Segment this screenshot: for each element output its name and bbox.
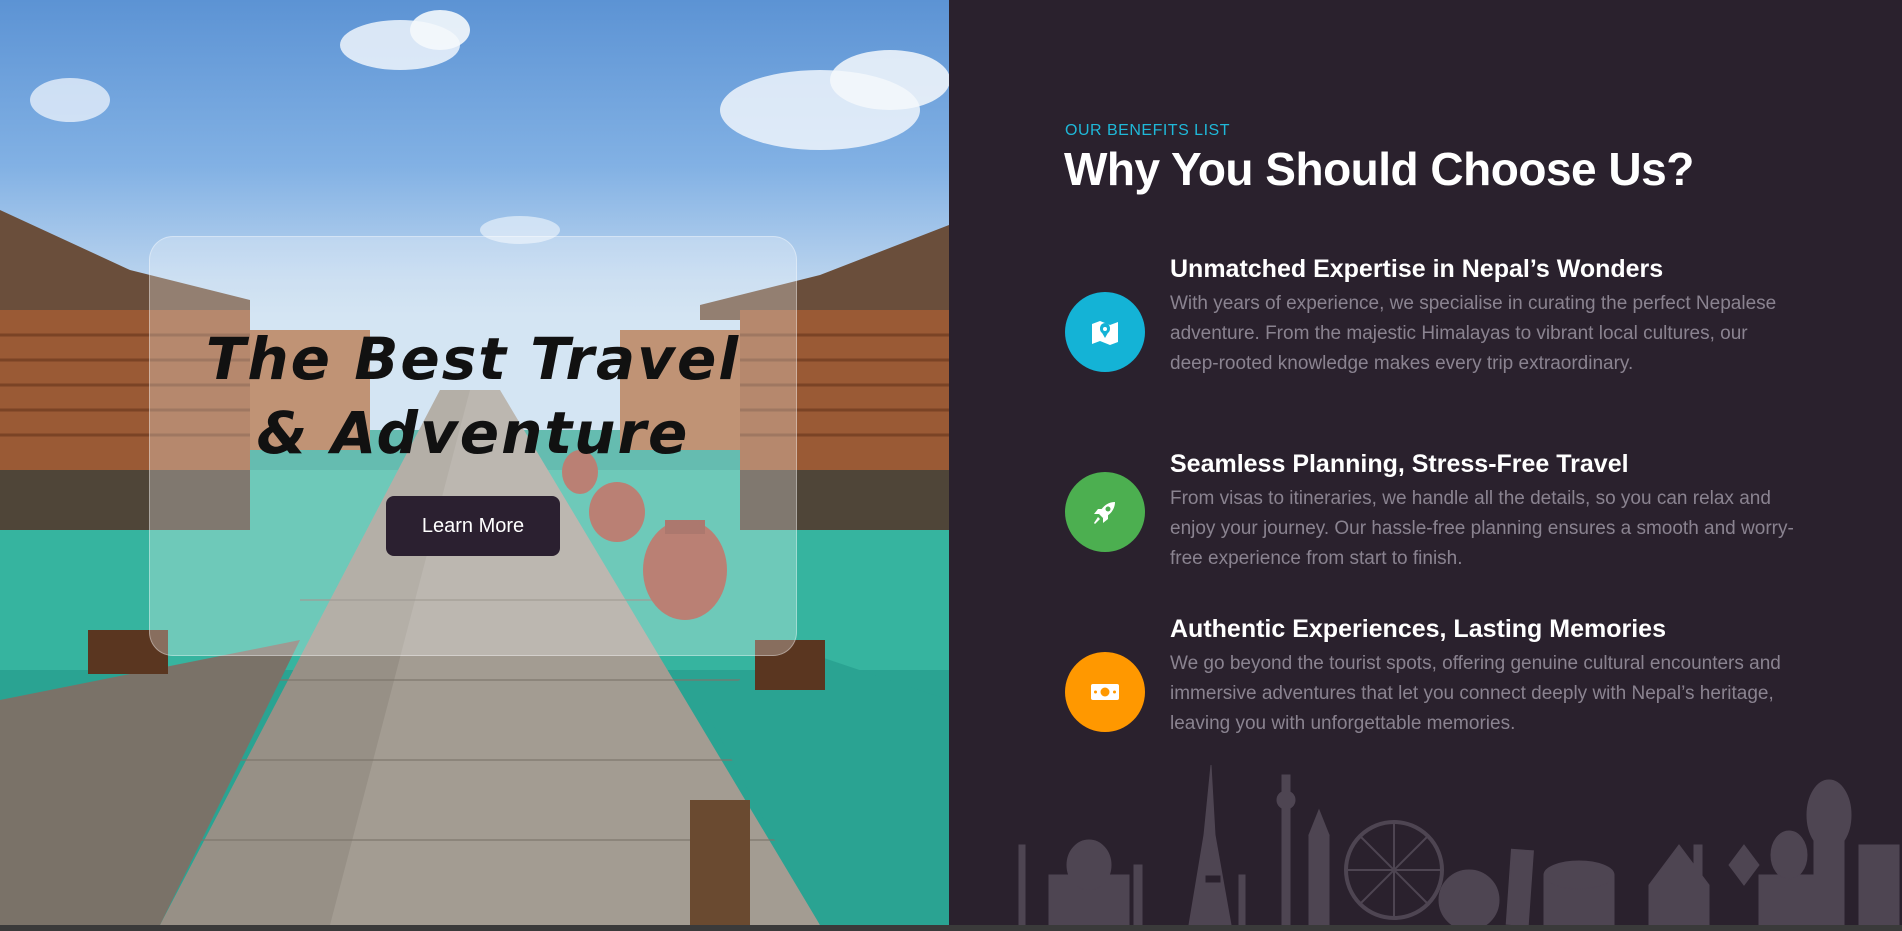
benefits-heading: Why You Should Choose Us? xyxy=(1064,143,1694,195)
benefit-icon-circle xyxy=(1065,472,1145,552)
hero-title: The Best Travel & Adventure xyxy=(149,322,797,470)
benefit-icon-circle xyxy=(1065,292,1145,372)
hero-title-line-2: & Adventure xyxy=(256,399,690,467)
bottom-edge-bar xyxy=(0,925,1902,931)
benefit-description: With years of experience, we specialise … xyxy=(1170,293,1777,374)
benefit-icon-circle xyxy=(1065,652,1145,732)
map-pin-icon xyxy=(1092,321,1118,345)
benefit-title: Authentic Experiences, Lasting Memories xyxy=(1170,615,1666,643)
benefit-item: Seamless Planning, Stress-Free Travel Fr… xyxy=(1065,450,1825,580)
benefits-eyebrow: OUR BENEFITS LIST xyxy=(1065,122,1230,139)
benefit-title: Unmatched Expertise in Nepal’s Wonders xyxy=(1170,255,1664,283)
hero-section: The Best Travel & Adventure Learn More xyxy=(0,0,949,925)
benefit-description: From visas to itineraries, we handle all… xyxy=(1170,488,1794,569)
benefit-item: Unmatched Expertise in Nepal’s Wonders W… xyxy=(1065,255,1825,415)
learn-more-button[interactable]: Learn More xyxy=(386,496,560,556)
benefit-title: Seamless Planning, Stress-Free Travel xyxy=(1170,450,1629,478)
page: The Best Travel & Adventure Learn More O… xyxy=(0,0,1902,931)
benefits-panel: OUR BENEFITS LIST Why You Should Choose … xyxy=(949,0,1902,925)
rocket-icon xyxy=(1094,502,1115,524)
hero-title-line-1: The Best Travel xyxy=(205,325,741,393)
money-bill-icon xyxy=(1091,684,1119,700)
world-landmarks-skyline xyxy=(1018,764,1900,925)
